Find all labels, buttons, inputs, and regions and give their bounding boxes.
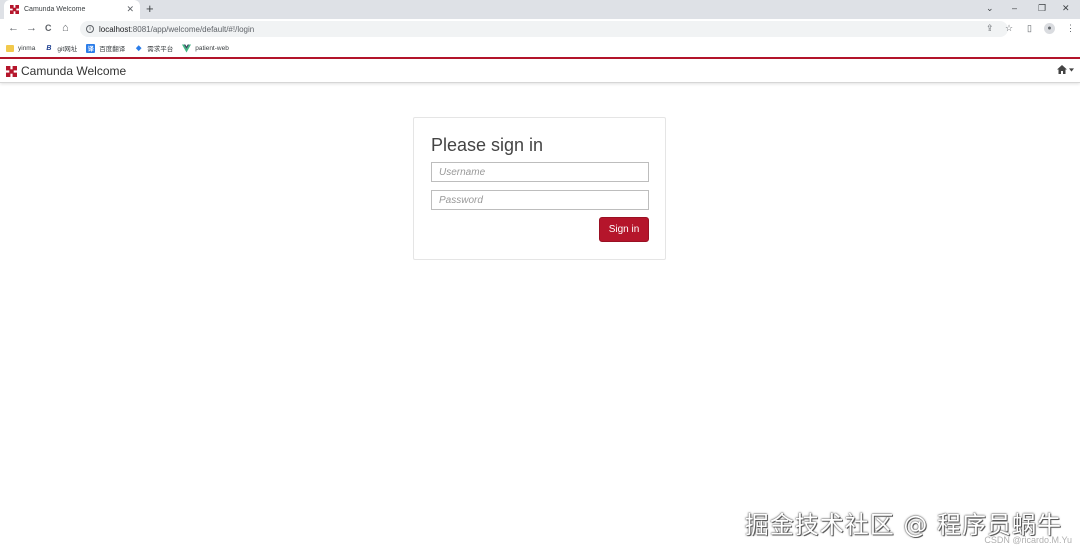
home-icon[interactable]: ⌂ — [62, 22, 69, 35]
caret-down-icon — [1069, 67, 1074, 72]
diamond-icon: ◆ — [136, 45, 142, 52]
translate-icon: 译 — [86, 43, 96, 53]
camunda-logo-icon — [6, 65, 17, 77]
folder-icon — [6, 44, 14, 52]
new-tab-button[interactable]: + — [146, 2, 154, 16]
forward-icon[interactable]: → — [26, 22, 37, 35]
b-icon: B — [46, 44, 52, 52]
brand[interactable]: Camunda Welcome — [6, 64, 126, 78]
bookmarks-bar: yinma B git网址 译 百度翻译 ◆ 需求平台 patient-web — [0, 39, 1080, 57]
bookmark-item[interactable]: ◆ 需求平台 — [134, 43, 173, 53]
window-close-icon[interactable]: ✕ — [1062, 2, 1070, 14]
browser-tab[interactable]: Camunda Welcome ✕ — [4, 0, 140, 19]
bookmark-item[interactable]: 译 百度翻译 — [86, 43, 125, 53]
bookmark-label: git网址 — [57, 46, 78, 53]
restore-icon[interactable]: ❐ — [1038, 2, 1046, 14]
profile-avatar-icon[interactable]: ● — [1044, 23, 1055, 34]
url-bar[interactable]: i localhost:8081/app/welcome/default/#!/… — [80, 21, 1008, 37]
bookmark-label: 百度翻译 — [99, 46, 126, 53]
bookmark-item[interactable]: yinma — [6, 44, 36, 52]
site-info-icon[interactable]: i — [86, 25, 94, 33]
browser-toolbar: ← → C ⌂ i localhost:8081/app/welcome/def… — [0, 19, 1080, 39]
camunda-favicon-icon — [10, 5, 19, 14]
bookmark-label: yinma — [18, 44, 36, 52]
home-icon — [1057, 65, 1067, 74]
minimize-icon[interactable]: – — [1012, 2, 1017, 14]
password-input[interactable] — [431, 190, 649, 210]
brand-name: Camunda Welcome — [21, 64, 127, 78]
reload-icon[interactable]: C — [45, 22, 52, 35]
vue-icon — [182, 43, 192, 53]
bookmark-item[interactable]: B git网址 — [44, 43, 78, 54]
bookmark-label: patient-web — [195, 44, 229, 52]
browser-tab-strip: Camunda Welcome ✕ + ⌄ – ❐ ✕ — [0, 0, 1080, 19]
bookmark-star-icon[interactable]: ☆ — [1005, 22, 1013, 34]
tab-close-icon[interactable]: ✕ — [126, 4, 134, 15]
home-menu-dropdown[interactable] — [1057, 65, 1074, 74]
tab-title: Camunda Welcome — [24, 6, 86, 13]
url-host: localhost — [99, 24, 131, 34]
bookmark-label: 需求平台 — [147, 46, 174, 53]
side-panel-icon[interactable]: ▯ — [1027, 22, 1032, 34]
url-path: :8081/app/welcome/default/#!/login — [130, 24, 255, 34]
login-title: Please sign in — [431, 135, 544, 155]
bookmark-item[interactable]: patient-web — [182, 43, 229, 53]
sign-in-button[interactable]: Sign in — [599, 217, 649, 242]
back-icon[interactable]: ← — [8, 22, 19, 35]
tab-list-icon[interactable]: ⌄ — [986, 2, 994, 14]
username-input[interactable] — [431, 162, 649, 182]
share-icon[interactable]: ⇪ — [986, 22, 994, 34]
watermark-sub: CSDN @ricardo.M.Yu — [984, 535, 1072, 545]
login-panel: Please sign in Sign in — [413, 117, 666, 260]
app-navbar: Camunda Welcome — [0, 59, 1080, 83]
menu-kebab-icon[interactable]: ⋮ — [1066, 22, 1075, 34]
